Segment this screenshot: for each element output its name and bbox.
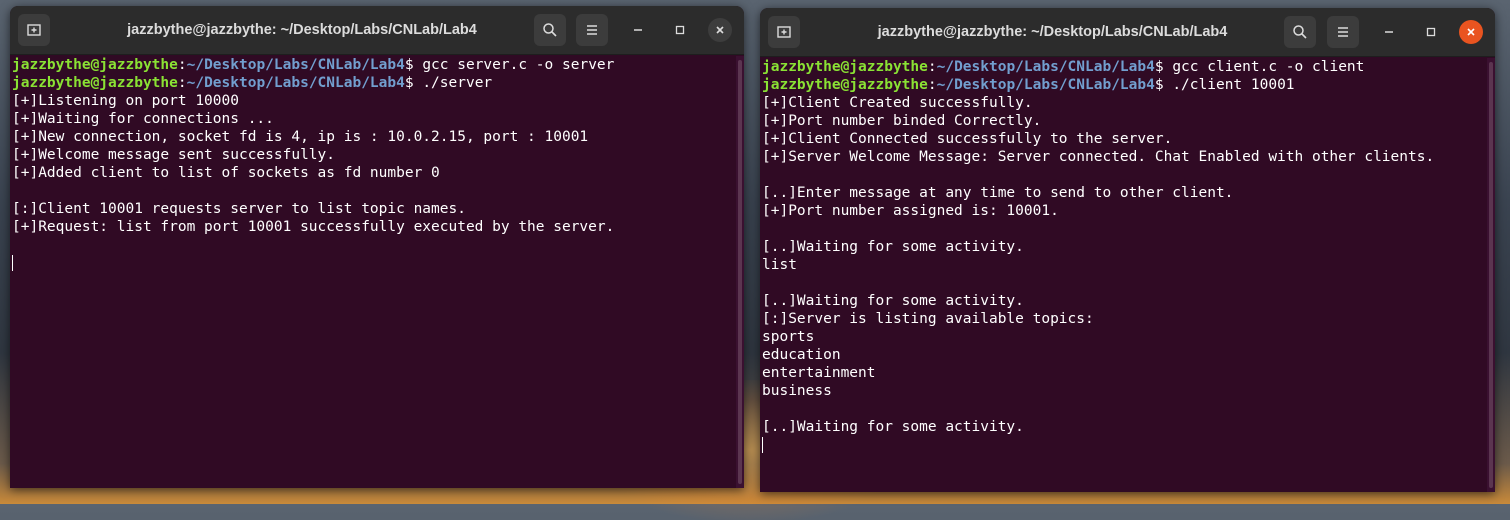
search-button[interactable] bbox=[1284, 16, 1316, 48]
prompt-user: jazzbythe@jazzbythe bbox=[762, 77, 928, 93]
menu-button[interactable] bbox=[576, 14, 608, 46]
menu-button[interactable] bbox=[1327, 16, 1359, 48]
prompt-symbol: $ bbox=[404, 57, 414, 73]
prompt-line: jazzbythe@jazzbythe:~/Desktop/Labs/CNLab… bbox=[762, 76, 1483, 94]
prompt-colon: : bbox=[927, 77, 937, 93]
terminal-window-client[interactable]: jazzbythe@jazzbythe: ~/Desktop/Labs/CNLa… bbox=[760, 8, 1495, 492]
search-icon bbox=[543, 23, 557, 37]
prompt-line: jazzbythe@jazzbythe:~/Desktop/Labs/CNLab… bbox=[12, 56, 732, 74]
hamburger-menu-icon bbox=[587, 25, 597, 35]
prompt-symbol: $ bbox=[1154, 59, 1164, 75]
new-tab-button[interactable] bbox=[768, 16, 800, 48]
scrollbar-thumb[interactable] bbox=[738, 60, 742, 484]
close-button[interactable] bbox=[1459, 20, 1483, 44]
new-tab-icon bbox=[777, 26, 791, 38]
output-line: [..]Waiting for some activity. bbox=[762, 293, 1024, 309]
minimize-button[interactable] bbox=[1377, 20, 1401, 44]
prompt-path: ~/Desktop/Labs/CNLab/Lab4 bbox=[936, 77, 1155, 93]
prompt-user: jazzbythe@jazzbythe bbox=[12, 75, 178, 91]
terminal-window-server[interactable]: jazzbythe@jazzbythe: ~/Desktop/Labs/CNLa… bbox=[10, 6, 744, 488]
window-titlebar[interactable]: jazzbythe@jazzbythe: ~/Desktop/Labs/CNLa… bbox=[10, 6, 744, 55]
close-icon bbox=[1467, 28, 1475, 36]
minimize-icon bbox=[634, 29, 642, 31]
output-line: business bbox=[762, 383, 832, 399]
window-title: jazzbythe@jazzbythe: ~/Desktop/Labs/CNLa… bbox=[877, 24, 1228, 40]
text-cursor bbox=[762, 437, 763, 453]
command-text: gcc client.c -o client bbox=[1163, 59, 1365, 75]
output-line: [+]Port number assigned is: 10001. bbox=[762, 203, 1059, 219]
prompt-colon: : bbox=[927, 59, 937, 75]
minimize-icon bbox=[1385, 31, 1393, 33]
output-line: [+]Client Connected successfully to the … bbox=[762, 131, 1173, 147]
output-line: [+]Welcome message sent successfully. bbox=[12, 147, 336, 163]
maximize-icon bbox=[675, 25, 685, 35]
output-line: [+]Port number binded Correctly. bbox=[762, 113, 1042, 129]
output-line: [:]Client 10001 requests server to list … bbox=[12, 201, 466, 217]
prompt-line: jazzbythe@jazzbythe:~/Desktop/Labs/CNLab… bbox=[12, 74, 732, 92]
scrollbar[interactable] bbox=[1487, 58, 1495, 492]
command-text: gcc server.c -o server bbox=[413, 57, 615, 73]
scrollbar[interactable] bbox=[736, 56, 744, 488]
close-button[interactable] bbox=[708, 18, 732, 42]
output-line: [+]Listening on port 10000 bbox=[12, 93, 239, 109]
output-line: [+]Added client to list of sockets as fd… bbox=[12, 165, 440, 181]
output-line: [+]Waiting for connections ... bbox=[12, 111, 274, 127]
prompt-symbol: $ bbox=[404, 75, 414, 91]
output-line: education bbox=[762, 347, 841, 363]
output-line: [+]New connection, socket fd is 4, ip is… bbox=[12, 129, 589, 145]
output-line: [+]Server Welcome Message: Server connec… bbox=[762, 149, 1435, 165]
search-icon bbox=[1293, 25, 1307, 39]
cursor-line bbox=[12, 254, 732, 272]
maximize-icon bbox=[1426, 27, 1436, 37]
new-tab-icon bbox=[27, 24, 41, 36]
prompt-path: ~/Desktop/Labs/CNLab/Lab4 bbox=[186, 57, 405, 73]
prompt-path: ~/Desktop/Labs/CNLab/Lab4 bbox=[936, 59, 1155, 75]
output-line: [..]Enter message at any time to send to… bbox=[762, 185, 1234, 201]
text-cursor bbox=[12, 255, 13, 271]
hamburger-menu-icon bbox=[1338, 27, 1348, 37]
output-line: list bbox=[762, 257, 797, 273]
output-line: [:]Server is listing available topics: bbox=[762, 311, 1094, 327]
prompt-line: jazzbythe@jazzbythe:~/Desktop/Labs/CNLab… bbox=[762, 58, 1483, 76]
terminal-output[interactable]: jazzbythe@jazzbythe:~/Desktop/Labs/CNLab… bbox=[760, 58, 1485, 492]
close-icon bbox=[716, 26, 724, 34]
output-line: sports bbox=[762, 329, 815, 345]
maximize-button[interactable] bbox=[668, 18, 692, 42]
output-line: entertainment bbox=[762, 365, 876, 381]
command-text: ./client 10001 bbox=[1163, 77, 1295, 93]
cursor-line bbox=[762, 436, 1483, 454]
prompt-colon: : bbox=[177, 57, 187, 73]
terminal-output[interactable]: jazzbythe@jazzbythe:~/Desktop/Labs/CNLab… bbox=[10, 56, 734, 488]
window-title: jazzbythe@jazzbythe: ~/Desktop/Labs/CNLa… bbox=[127, 22, 477, 38]
prompt-colon: : bbox=[177, 75, 187, 91]
prompt-path: ~/Desktop/Labs/CNLab/Lab4 bbox=[186, 75, 405, 91]
output-line: [+]Client Created successfully. bbox=[762, 95, 1033, 111]
prompt-symbol: $ bbox=[1154, 77, 1164, 93]
output-line: [..]Waiting for some activity. bbox=[762, 239, 1024, 255]
prompt-user: jazzbythe@jazzbythe bbox=[762, 59, 928, 75]
minimize-button[interactable] bbox=[626, 18, 650, 42]
scrollbar-thumb[interactable] bbox=[1489, 62, 1493, 488]
command-text: ./server bbox=[413, 75, 493, 91]
output-line: [+]Request: list from port 10001 success… bbox=[12, 219, 615, 235]
maximize-button[interactable] bbox=[1419, 20, 1443, 44]
window-titlebar[interactable]: jazzbythe@jazzbythe: ~/Desktop/Labs/CNLa… bbox=[760, 8, 1495, 57]
search-button[interactable] bbox=[534, 14, 566, 46]
output-line: [..]Waiting for some activity. bbox=[762, 419, 1024, 435]
new-tab-button[interactable] bbox=[18, 14, 50, 46]
prompt-user: jazzbythe@jazzbythe bbox=[12, 57, 178, 73]
